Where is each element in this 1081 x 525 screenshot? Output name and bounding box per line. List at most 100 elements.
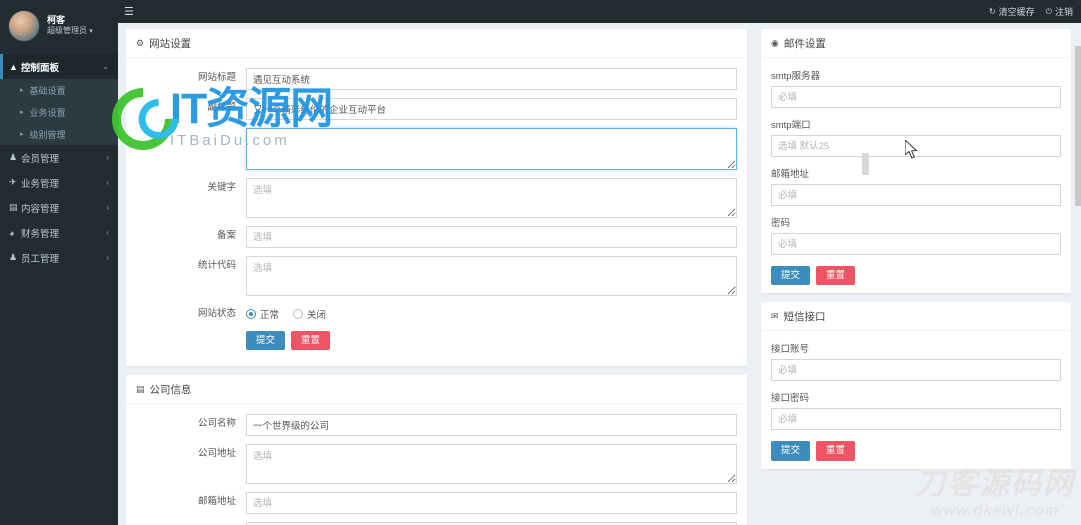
- field-stat-code: 统计代码: [136, 256, 737, 296]
- main-area: ☰ ↻ 清空缓存 ⏻ 注销 ⚙ 网站设置 网站标题 遇见互动系统 副标题 又一个…: [118, 0, 1081, 525]
- site-reset-button[interactable]: 重置: [291, 331, 331, 351]
- mail-password-input[interactable]: [771, 233, 1061, 255]
- mail-submit-button[interactable]: 提交: [771, 266, 811, 286]
- topbar-actions: ↻ 清空缓存 ⏻ 注销: [989, 5, 1073, 18]
- radio-status-closed[interactable]: 关闭: [293, 307, 326, 321]
- chevron-right-icon: ▸: [20, 87, 24, 94]
- stat-code-textarea[interactable]: [246, 256, 737, 296]
- mail-settings-panel: ◉ 邮件设置 smtp服务器 smtp端口: [761, 29, 1071, 294]
- chevron-left-icon: ‹: [106, 253, 109, 262]
- radio-dot-icon: [293, 309, 304, 319]
- focused-textarea[interactable]: [246, 128, 737, 170]
- refresh-icon: ↻: [988, 7, 996, 16]
- left-column: ⚙ 网站设置 网站标题 副标题: [118, 23, 869, 525]
- site-submit-button[interactable]: 提交: [246, 331, 286, 351]
- field-label: 统计代码: [197, 260, 236, 271]
- sidebar-subitem-label: 级别管理: [29, 129, 66, 140]
- field-label: 邮箱地址: [197, 496, 236, 508]
- sms-settings-panel: ✉ 短信接口 接口账号 接口密码: [761, 302, 1071, 469]
- logout-label: 注销: [1054, 7, 1073, 17]
- clear-cache-button[interactable]: ↻ 清空缓存: [989, 5, 1035, 18]
- field-company-name: 公司名称: [136, 414, 737, 437]
- field-label: 副标题: [207, 102, 236, 113]
- sidebar-item-label: 业务管理: [21, 178, 60, 190]
- radio-status-normal[interactable]: 正常: [246, 307, 279, 321]
- company-info-title: 公司信息: [149, 383, 192, 396]
- sidebar-submenu-dashboard: ▸ 基础设置 ▸ 业务设置 ▸ 级别管理: [0, 79, 118, 145]
- staff-icon: ♟: [9, 252, 18, 262]
- icp-input[interactable]: [246, 226, 737, 248]
- user-panel[interactable]: 柯客 超级管理员 ▾: [0, 0, 118, 54]
- sidebar-item-members[interactable]: ♟ 会员管理 ‹: [0, 145, 118, 170]
- mail-reset-button[interactable]: 重置: [816, 266, 856, 286]
- panel-title: ⚙ 网站设置: [136, 36, 191, 51]
- field-company-email: 邮箱地址: [136, 492, 737, 515]
- plane-icon: ✈: [9, 177, 17, 187]
- company-address-textarea[interactable]: [246, 444, 737, 485]
- sms-reset-button[interactable]: 重置: [816, 441, 856, 461]
- sms-settings-header: ✉ 短信接口: [761, 302, 1071, 332]
- mail-button-row: 提交 重置: [771, 264, 1061, 286]
- sidebar-subitem-business-settings[interactable]: ▸ 业务设置: [0, 101, 118, 123]
- sms-password-input[interactable]: [771, 408, 1061, 431]
- sidebar-item-label: 会员管理: [21, 153, 60, 165]
- site-title-input[interactable]: [246, 68, 737, 90]
- panel-title: ◉ 邮件设置: [771, 36, 826, 51]
- sms-submit-button[interactable]: 提交: [771, 441, 811, 461]
- field-label: 接口账号: [771, 344, 810, 356]
- radio-dot-icon: [246, 309, 256, 319]
- sidebar-item-dashboard[interactable]: ▲ 控制面板 ⌄: [0, 54, 118, 79]
- field-smtp-server: smtp服务器: [771, 68, 1061, 108]
- coin-icon: ◕: [9, 227, 15, 238]
- sidebar: 柯客 超级管理员 ▾ ▲ 控制面板 ⌄ ▸ 基础设置 ▸ 业务设置 ▸ 级别管理…: [0, 0, 118, 525]
- company-info-header: ▤ 公司信息: [126, 375, 747, 405]
- field-label: 备案: [216, 230, 236, 241]
- field-company-address: 公司地址: [136, 444, 737, 485]
- sidebar-item-label: 内容管理: [21, 203, 60, 215]
- textarea-scrollbar[interactable]: [862, 153, 869, 175]
- chevron-left-icon: ‹: [106, 153, 109, 162]
- mail-gear-icon: ◉: [771, 37, 779, 48]
- field-label: 网站状态: [197, 308, 236, 319]
- field-site-status: 网站状态 正常 关闭: [136, 304, 737, 321]
- company-name-input[interactable]: [246, 414, 737, 437]
- sidebar-subitem-label: 基础设置: [29, 85, 66, 96]
- field-focused-textarea: [136, 128, 737, 170]
- right-column: ◉ 邮件设置 smtp服务器 smtp端口: [755, 23, 1081, 525]
- smtp-port-input[interactable]: [771, 135, 1061, 157]
- company-email-input[interactable]: [246, 492, 737, 515]
- logout-button[interactable]: ⏻ 注销: [1046, 5, 1073, 18]
- chevron-down-icon[interactable]: ▾: [89, 28, 93, 35]
- field-mail-password: 密码: [771, 215, 1061, 255]
- sidebar-item-content[interactable]: ▤ 内容管理 ‹: [0, 195, 118, 220]
- sms-settings-title: 短信接口: [783, 310, 826, 323]
- field-icp: 备案: [136, 226, 737, 248]
- page-scrollbar[interactable]: [1075, 46, 1081, 206]
- sidebar-subitem-basic-settings[interactable]: ▸ 基础设置: [0, 79, 118, 101]
- user-role: 超级管理员 ▾: [47, 26, 93, 37]
- sms-account-input[interactable]: [771, 359, 1061, 382]
- sidebar-item-staff[interactable]: ♟ 员工管理 ‹: [0, 245, 118, 270]
- company-info-panel: ▤ 公司信息 公司名称 公司地址: [126, 375, 747, 525]
- mail-address-input[interactable]: [771, 184, 1061, 206]
- chevron-left-icon: ‹: [106, 228, 109, 237]
- field-sms-password: 接口密码: [771, 390, 1061, 431]
- field-label: 密码: [771, 218, 791, 229]
- sidebar-item-finance[interactable]: ◕ 财务管理 ‹: [0, 220, 118, 245]
- user-role-label: 超级管理员: [47, 26, 87, 36]
- mail-settings-body: smtp服务器 smtp端口 邮箱地址 密码: [761, 58, 1071, 293]
- sidebar-item-business[interactable]: ✈ 业务管理 ‹: [0, 170, 118, 195]
- field-label: 接口密码: [771, 393, 810, 405]
- field-label: smtp端口: [771, 120, 811, 131]
- keywords-textarea[interactable]: [246, 178, 737, 218]
- hamburger-menu-icon[interactable]: ☰: [124, 5, 134, 18]
- sms-settings-body: 接口账号 接口密码 提交 重置: [761, 331, 1071, 468]
- clear-cache-label: 清空缓存: [998, 7, 1035, 17]
- smtp-server-input[interactable]: [771, 86, 1061, 108]
- sidebar-subitem-label: 业务设置: [29, 107, 66, 118]
- subtitle-input[interactable]: [246, 98, 737, 120]
- sidebar-subitem-level-management[interactable]: ▸ 级别管理: [0, 123, 118, 145]
- chevron-down-icon: ⌄: [102, 62, 109, 71]
- avatar: [8, 10, 40, 42]
